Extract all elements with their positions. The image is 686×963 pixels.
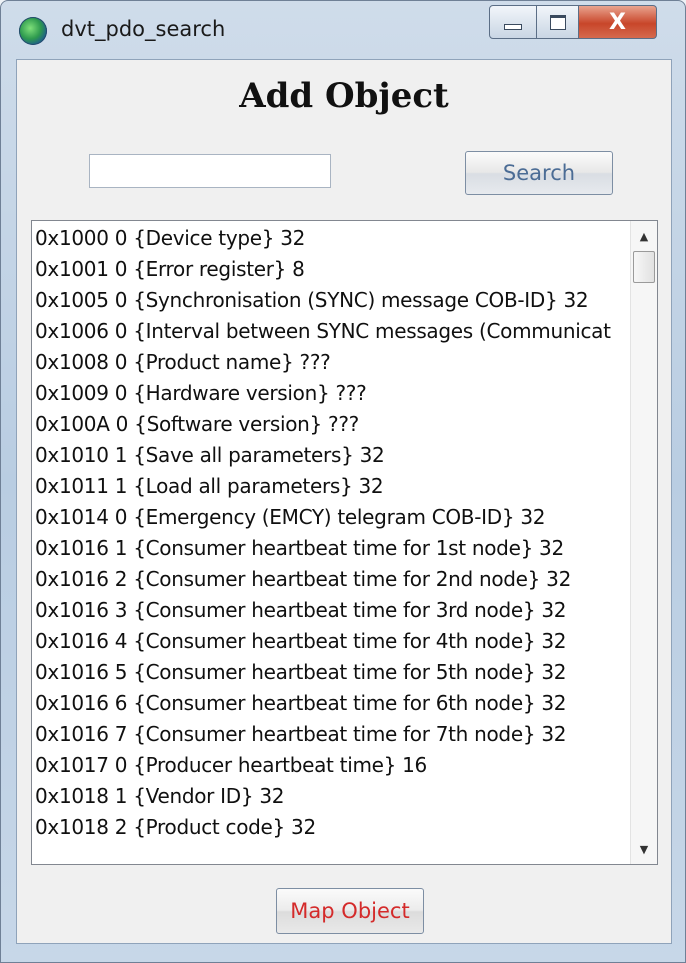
window-title: dvt_pdo_search [61, 17, 226, 41]
list-item[interactable]: 0x1016 6 {Consumer heartbeat time for 6t… [32, 688, 632, 719]
search-button[interactable]: Search [465, 151, 613, 195]
list-item[interactable]: 0x1008 0 {Product name} ??? [32, 347, 632, 378]
list-item[interactable]: 0x1016 5 {Consumer heartbeat time for 5t… [32, 657, 632, 688]
object-list: 0x1000 0 {Device type} 32 0x1001 0 {Error… [32, 223, 632, 843]
object-listbox[interactable]: 0x1000 0 {Device type} 32 0x1001 0 {Error… [31, 220, 658, 865]
list-item[interactable]: 0x1010 1 {Save all parameters} 32 [32, 440, 632, 471]
maximize-button[interactable] [537, 5, 579, 39]
page-title: Add Object [239, 76, 449, 116]
list-item[interactable]: 0x1001 0 {Error register} 8 [32, 254, 632, 285]
list-item[interactable]: 0x1016 1 {Consumer heartbeat time for 1s… [32, 533, 632, 564]
list-item[interactable]: 0x1000 0 {Device type} 32 [32, 223, 632, 254]
list-item[interactable]: 0x1016 3 {Consumer heartbeat time for 3r… [32, 595, 632, 626]
list-item[interactable]: 0x1017 0 {Producer heartbeat time} 16 [32, 750, 632, 781]
list-item[interactable]: 0x1016 4 {Consumer heartbeat time for 4t… [32, 626, 632, 657]
list-item[interactable]: 0x1018 2 {Product code} 32 [32, 812, 632, 843]
window-controls: X [489, 5, 657, 39]
minimize-button[interactable] [489, 5, 537, 39]
globe-icon [19, 17, 47, 45]
scroll-thumb[interactable] [633, 251, 655, 283]
title-bar[interactable]: dvt_pdo_search X [1, 1, 685, 59]
close-button[interactable]: X [579, 5, 657, 39]
list-item[interactable]: 0x1016 7 {Consumer heartbeat time for 7t… [32, 719, 632, 750]
close-icon: X [609, 9, 626, 35]
maximize-icon [549, 14, 566, 30]
list-item[interactable]: 0x1018 1 {Vendor ID} 32 [32, 781, 632, 812]
dialog-window: dvt_pdo_search X Add Object Search 0x100… [0, 0, 686, 963]
list-item[interactable]: 0x1006 0 {Interval between SYNC messages… [32, 316, 632, 347]
map-object-button[interactable]: Map Object [276, 888, 424, 934]
list-item[interactable]: 0x100A 0 {Software version} ??? [32, 409, 632, 440]
minimize-icon [504, 24, 522, 30]
list-item[interactable]: 0x1011 1 {Load all parameters} 32 [32, 471, 632, 502]
list-item[interactable]: 0x1005 0 {Synchronisation (SYNC) message… [32, 285, 632, 316]
list-item[interactable]: 0x1014 0 {Emergency (EMCY) telegram COB-… [32, 502, 632, 533]
list-item[interactable]: 0x1009 0 {Hardware version} ??? [32, 378, 632, 409]
dialog-body: Add Object Search 0x1000 0 {Device type}… [16, 59, 672, 944]
scroll-down-arrow-icon[interactable]: ▼ [631, 836, 657, 862]
scroll-up-arrow-icon[interactable]: ▲ [631, 223, 657, 249]
list-item[interactable]: 0x1016 2 {Consumer heartbeat time for 2n… [32, 564, 632, 595]
search-input[interactable] [89, 154, 331, 188]
vertical-scrollbar[interactable]: ▲ ▼ [630, 221, 657, 864]
